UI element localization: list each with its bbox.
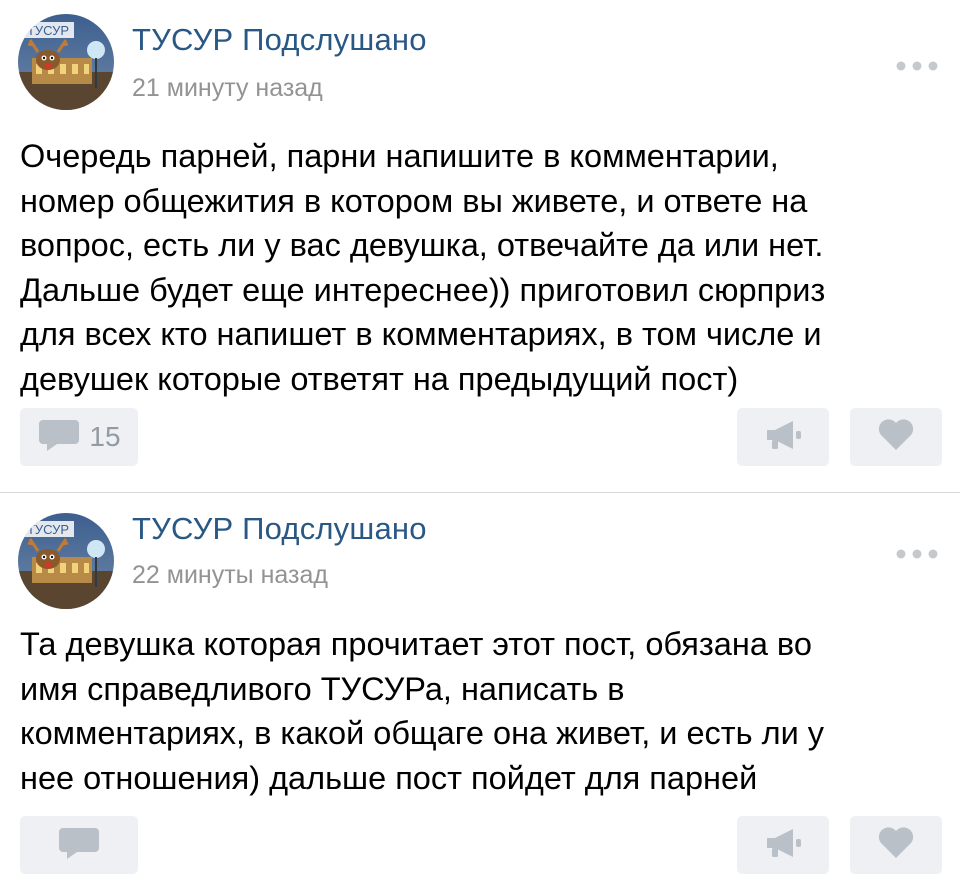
post-time[interactable]: 22 минуты назад: [132, 561, 328, 590]
like-button[interactable]: [850, 408, 942, 466]
svg-text:ТУСУР: ТУСУР: [27, 522, 69, 537]
share-button[interactable]: [737, 408, 829, 466]
author-name[interactable]: ТУСУР Подслушано: [132, 22, 427, 58]
comment-icon: [57, 826, 101, 865]
post-text: Очередь парней, парни напишите в коммент…: [20, 138, 826, 397]
post-card: ТУСУР ТУСУР Подслушано 21 минуту назад О…: [0, 0, 960, 492]
heart-icon: [877, 418, 915, 457]
avatar[interactable]: ТУСУР: [18, 14, 114, 110]
more-dots-icon[interactable]: [894, 546, 940, 559]
comment-count: 15: [89, 421, 121, 452]
share-button[interactable]: [737, 816, 829, 874]
post-card: ТУСУР ТУСУР Подслушано 22 минуты назад Т…: [0, 493, 960, 886]
post-text: Та девушка которая прочитает этот пост, …: [20, 626, 825, 796]
more-dots-icon[interactable]: [894, 58, 940, 71]
avatar[interactable]: ТУСУР: [18, 513, 114, 609]
megaphone-icon: [763, 418, 803, 457]
heart-icon: [877, 826, 915, 865]
comment-button[interactable]: [20, 816, 138, 874]
svg-text:ТУСУР: ТУСУР: [27, 23, 69, 38]
post-time[interactable]: 21 минуту назад: [132, 74, 323, 103]
author-name[interactable]: ТУСУР Подслушано: [132, 511, 427, 547]
comment-button[interactable]: 15: [20, 408, 138, 466]
megaphone-icon: [763, 826, 803, 865]
comment-icon: [37, 418, 81, 457]
like-button[interactable]: [850, 816, 942, 874]
